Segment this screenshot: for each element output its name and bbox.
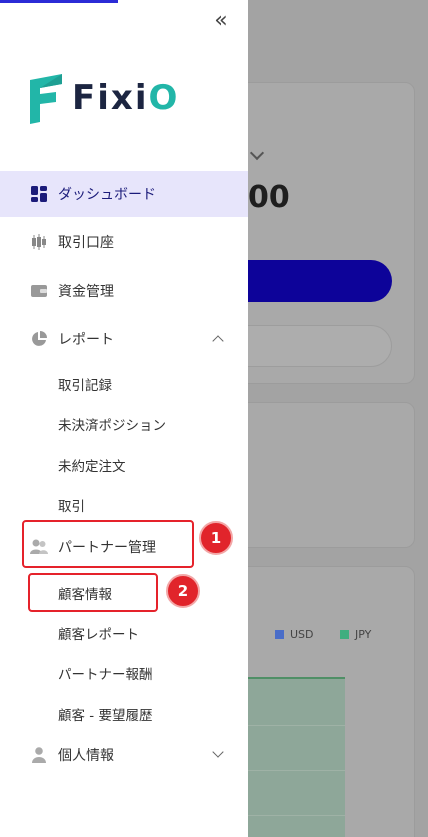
sidebar-item-label: レポート — [58, 332, 114, 348]
highlight-box-customer-info — [28, 573, 158, 612]
legend-jpy-label: JPY — [355, 628, 372, 641]
chart-area — [248, 677, 345, 837]
usd-swatch — [275, 630, 284, 639]
submenu-item-pending-orders[interactable]: 未約定注文 — [58, 455, 126, 475]
submenu-item-customer-requests[interactable]: 顧客 - 要望履歴 — [58, 704, 152, 724]
legend-jpy: JPY — [340, 628, 371, 641]
chevron-up-icon[interactable] — [212, 335, 224, 347]
sidebar-item-label: 取引口座 — [58, 235, 114, 251]
submenu-item-trade-history[interactable]: 取引記録 — [58, 374, 112, 394]
chevron-down-icon[interactable] — [212, 746, 224, 758]
highlight-box-partner-management — [22, 520, 194, 568]
chart-gridline — [248, 770, 345, 771]
submenu-item-trades[interactable]: 取引 — [58, 495, 85, 515]
sidebar-item-label: ダッシュボード — [58, 187, 156, 203]
sidebar-item-report[interactable]: レポート — [0, 316, 248, 362]
submenu-item-partner-reward[interactable]: パートナー報酬 — [58, 663, 153, 683]
sidebar-item-label: 資金管理 — [58, 284, 114, 300]
double-chevron-left-icon[interactable]: « — [210, 10, 232, 32]
step-badge-1: 1 — [199, 521, 233, 555]
fixio-logo[interactable]: FixiO — [26, 72, 179, 124]
logo-text: FixiO — [72, 78, 180, 118]
user-icon — [30, 746, 48, 764]
sidebar-item-trading-accounts[interactable]: 取引口座 — [0, 219, 248, 265]
legend-usd-label: USD — [290, 628, 314, 641]
step-badge-2: 2 — [166, 574, 200, 608]
pie-chart-icon — [30, 330, 48, 348]
sidebar-item-funds[interactable]: 資金管理 — [0, 268, 248, 314]
sidebar-item-dashboard[interactable]: ダッシュボード — [0, 171, 248, 217]
legend-usd: USD — [275, 628, 314, 641]
chart-gridline — [248, 815, 345, 816]
jpy-swatch — [340, 630, 349, 639]
dashboard-icon — [30, 185, 48, 203]
wallet-icon — [30, 282, 48, 300]
submenu-item-open-positions[interactable]: 未決済ポジション — [58, 414, 166, 434]
sidebar: « FixiO ダッシュボード 取引口座 資金管理 レポート 取引記録 未決済ポ… — [0, 0, 248, 837]
sidebar-item-personal-info[interactable]: 個人情報 — [0, 732, 248, 778]
sidebar-item-label: 個人情報 — [58, 748, 114, 764]
balance-value: 00 — [248, 180, 290, 215]
logo-mark-icon — [30, 74, 62, 124]
chart-gridline — [248, 725, 345, 726]
candlestick-icon — [30, 233, 48, 251]
top-progress-line — [0, 0, 118, 3]
submenu-item-customer-report[interactable]: 顧客レポート — [58, 623, 139, 643]
